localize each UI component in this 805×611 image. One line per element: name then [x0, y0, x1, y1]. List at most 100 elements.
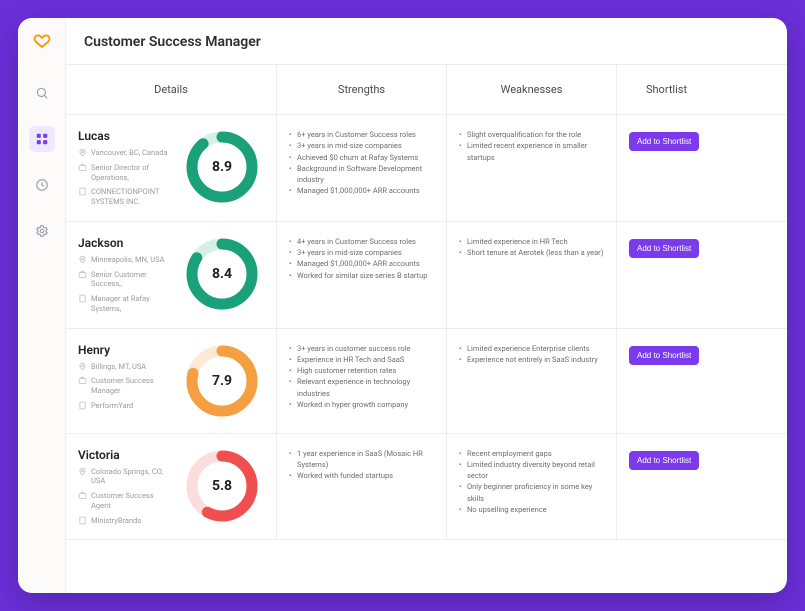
- cell-strengths: 3+ years in customer success roleExperie…: [276, 329, 446, 433]
- weakness-item: Short tenure at Aerotek (less than a yea…: [459, 247, 604, 258]
- weakness-item: Limited experience Enterprise clients: [459, 343, 604, 354]
- strength-item: 3+ years in mid-size companies: [289, 247, 434, 258]
- main-content: Customer Success Manager Details Strengt…: [66, 18, 787, 593]
- candidate-rows: Lucas Vancouver, BC, Canada Senior Direc…: [66, 115, 787, 540]
- candidate-location: Minneapolis, MN, USA: [78, 255, 170, 265]
- strength-item: Managed $1,000,000+ ARR accounts: [289, 258, 434, 269]
- strength-item: 3+ years in customer success role: [289, 343, 434, 354]
- col-header-weaknesses: Weaknesses: [446, 65, 616, 114]
- strength-item: Background in Software Development indus…: [289, 163, 434, 186]
- cell-shortlist: Add to Shortlist: [616, 434, 716, 540]
- briefcase-icon: [78, 163, 87, 172]
- cell-strengths: 1 year experience in SaaS (Mosaic HR Sys…: [276, 434, 446, 540]
- strength-item: Worked with funded startups: [289, 470, 434, 481]
- strength-item: Worked in hyper growth company: [289, 399, 434, 410]
- candidate-row: Jackson Minneapolis, MN, USA Senior Cust…: [66, 222, 787, 329]
- weakness-item: No upselling experience: [459, 504, 604, 515]
- strength-item: Managed $1,000,000+ ARR accounts: [289, 185, 434, 196]
- strengths-list: 6+ years in Customer Success roles3+ yea…: [289, 129, 434, 197]
- candidate-row: Victoria Colorado Springs, CO, USA Custo…: [66, 434, 787, 541]
- score-donut: 7.9: [186, 345, 258, 417]
- app-window: Customer Success Manager Details Strengt…: [18, 18, 787, 593]
- weakness-item: Only beginner proficiency in some key sk…: [459, 481, 604, 504]
- strength-item: Achieved $0 churn at Rafay Systems: [289, 152, 434, 163]
- nav-settings[interactable]: [29, 218, 55, 244]
- candidate-role: Senior Customer Success,,: [78, 270, 170, 290]
- table-header: Details Strengths Weaknesses Shortlist: [66, 65, 787, 115]
- score-donut: 5.8: [186, 450, 258, 522]
- cell-details: Henry Billings, MT, USA Customer Success…: [66, 329, 276, 433]
- nav-grid[interactable]: [29, 126, 55, 152]
- col-header-shortlist: Shortlist: [616, 65, 716, 114]
- pin-icon: [78, 148, 87, 157]
- strength-item: Worked for similar size series B startup: [289, 270, 434, 281]
- page-title: Customer Success Manager: [66, 18, 787, 65]
- add-to-shortlist-button[interactable]: Add to Shortlist: [629, 239, 699, 258]
- candidate-location: Vancouver, BC, Canada: [78, 148, 170, 158]
- weakness-item: Slight overqualification for the role: [459, 129, 604, 140]
- nav-clock[interactable]: [29, 172, 55, 198]
- cell-details: Victoria Colorado Springs, CO, USA Custo…: [66, 434, 276, 540]
- score-donut: 8.9: [186, 131, 258, 203]
- cell-weaknesses: Limited experience in HR TechShort tenur…: [446, 222, 616, 328]
- strength-item: Experience in HR Tech and SaaS: [289, 354, 434, 365]
- cell-shortlist: Add to Shortlist: [616, 115, 716, 221]
- candidate-role: Senior Director of Operations,: [78, 163, 170, 183]
- cell-shortlist: Add to Shortlist: [616, 222, 716, 328]
- weaknesses-list: Limited experience Enterprise clientsExp…: [459, 343, 604, 366]
- strength-item: 6+ years in Customer Success roles: [289, 129, 434, 140]
- score-value: 8.9: [186, 131, 258, 203]
- candidate-name: Jackson: [78, 236, 170, 250]
- pin-icon: [78, 467, 87, 476]
- weakness-item: Limited experience in HR Tech: [459, 236, 604, 247]
- score-donut-wrap: 8.4: [180, 236, 264, 314]
- building-icon: [78, 187, 87, 196]
- strength-item: 3+ years in mid-size companies: [289, 140, 434, 151]
- strengths-list: 4+ years in Customer Success roles3+ yea…: [289, 236, 434, 281]
- candidate-role: Customer Success Agent: [78, 491, 170, 511]
- cell-details: Lucas Vancouver, BC, Canada Senior Direc…: [66, 115, 276, 221]
- candidate-company: PerformYard: [78, 401, 170, 411]
- weakness-item: Limited industry diversity beyond retail…: [459, 459, 604, 482]
- cell-details: Jackson Minneapolis, MN, USA Senior Cust…: [66, 222, 276, 328]
- cell-weaknesses: Limited experience Enterprise clientsExp…: [446, 329, 616, 433]
- strength-item: 1 year experience in SaaS (Mosaic HR Sys…: [289, 448, 434, 471]
- candidate-role: Customer Success Manager: [78, 376, 170, 396]
- col-header-strengths: Strengths: [276, 65, 446, 114]
- building-icon: [78, 294, 87, 303]
- person-info: Victoria Colorado Springs, CO, USA Custo…: [78, 448, 170, 526]
- briefcase-icon: [78, 376, 87, 385]
- candidate-name: Henry: [78, 343, 170, 357]
- strength-item: High customer retention rates: [289, 365, 434, 376]
- pin-icon: [78, 255, 87, 264]
- score-donut-wrap: 8.9: [180, 129, 264, 207]
- weakness-item: Experience not entirely in SaaS industry: [459, 354, 604, 365]
- add-to-shortlist-button[interactable]: Add to Shortlist: [629, 132, 699, 151]
- cell-strengths: 6+ years in Customer Success roles3+ yea…: [276, 115, 446, 221]
- col-header-details: Details: [66, 65, 276, 114]
- add-to-shortlist-button[interactable]: Add to Shortlist: [629, 346, 699, 365]
- candidate-location: Colorado Springs, CO, USA: [78, 467, 170, 487]
- score-donut-wrap: 5.8: [180, 448, 264, 526]
- score-donut: 8.4: [186, 238, 258, 310]
- briefcase-icon: [78, 270, 87, 279]
- candidate-row: Lucas Vancouver, BC, Canada Senior Direc…: [66, 115, 787, 222]
- candidate-company: CONNECTIONPOINT SYSTEMS INC.: [78, 187, 170, 207]
- cell-weaknesses: Slight overqualification for the roleLim…: [446, 115, 616, 221]
- strengths-list: 3+ years in customer success roleExperie…: [289, 343, 434, 411]
- weakness-item: Limited recent experience in smaller sta…: [459, 140, 604, 163]
- building-icon: [78, 516, 87, 525]
- weaknesses-list: Recent employment gapsLimited industry d…: [459, 448, 604, 516]
- score-value: 8.4: [186, 238, 258, 310]
- building-icon: [78, 401, 87, 410]
- add-to-shortlist-button[interactable]: Add to Shortlist: [629, 451, 699, 470]
- pin-icon: [78, 362, 87, 371]
- candidate-name: Lucas: [78, 129, 170, 143]
- cell-weaknesses: Recent employment gapsLimited industry d…: [446, 434, 616, 540]
- strengths-list: 1 year experience in SaaS (Mosaic HR Sys…: [289, 448, 434, 482]
- weaknesses-list: Slight overqualification for the roleLim…: [459, 129, 604, 163]
- weakness-item: Recent employment gaps: [459, 448, 604, 459]
- cell-shortlist: Add to Shortlist: [616, 329, 716, 433]
- nav-search[interactable]: [29, 80, 55, 106]
- candidate-name: Victoria: [78, 448, 170, 462]
